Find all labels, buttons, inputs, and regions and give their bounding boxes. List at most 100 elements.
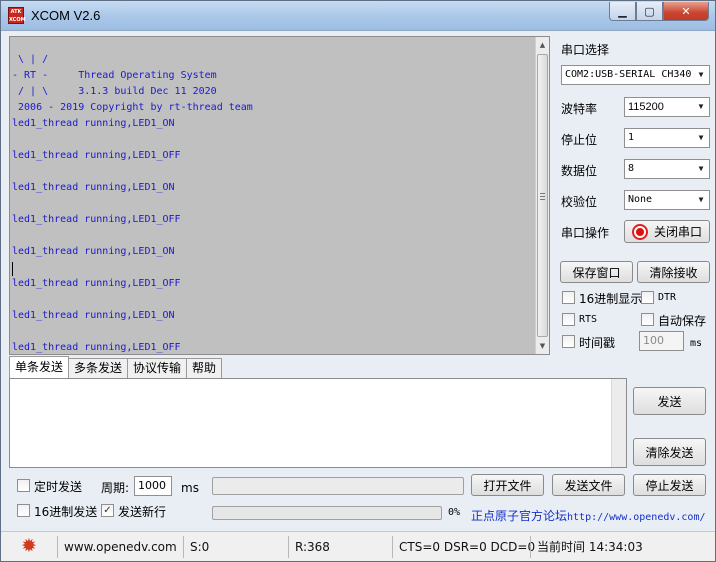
dtr-checkbox[interactable] — [641, 291, 654, 304]
timed-send-checkbox[interactable] — [17, 479, 30, 492]
timestamp-checkbox[interactable] — [562, 335, 575, 348]
send-newline-checkbox[interactable]: ✓ — [101, 504, 114, 517]
send-progress-bar — [212, 506, 442, 520]
clear-send-label: 清除发送 — [645, 445, 694, 460]
period-label: 周期: — [101, 481, 130, 495]
file-path-bar — [212, 477, 464, 495]
port-select[interactable]: COM2:USB-SERIAL CH340 ▼ — [561, 65, 710, 85]
rts-checkbox[interactable] — [562, 313, 575, 326]
timed-send-label: 定时发送 — [34, 480, 83, 494]
rts-label: RTS — [579, 314, 598, 325]
receive-line: led1_thread running,LED1_OFF — [12, 342, 181, 353]
forum-link[interactable]: 正点原子官方论坛http://www.openedv.com/ — [471, 507, 706, 524]
save-window-button[interactable]: 保存窗口 — [560, 261, 633, 283]
stop-bits-select[interactable]: 1 ▼ — [624, 128, 710, 148]
send-scrollbar[interactable] — [611, 379, 626, 467]
receive-scrollbar[interactable]: ▲ ▼ — [535, 37, 549, 354]
baud-select[interactable]: 115200 ▼ — [624, 97, 710, 117]
port-select-value: COM2:USB-SERIAL CH340 — [565, 69, 692, 80]
receive-line — [12, 132, 537, 148]
receive-line: led1_thread running,LED1_ON — [12, 246, 175, 257]
receive-area[interactable]: \ | / - RT - Thread Operating System / | … — [9, 36, 550, 355]
chevron-down-icon: ▼ — [693, 98, 709, 116]
auto-save-checkbox[interactable] — [641, 313, 654, 326]
status-sent-count: S:0 — [183, 536, 288, 558]
receive-line: led1_thread running,LED1_OFF — [12, 278, 181, 289]
open-file-button[interactable]: 打开文件 — [471, 474, 544, 496]
scroll-down-arrow-icon[interactable]: ▼ — [536, 338, 549, 354]
record-icon — [631, 223, 648, 240]
gear-icon[interactable]: ✹ — [21, 537, 39, 556]
port-label: 串口选择 — [561, 43, 610, 57]
auto-save-label: 自动保存 — [658, 314, 707, 328]
tab-single-send[interactable]: 单条发送 — [9, 356, 70, 378]
save-window-label: 保存窗口 — [572, 265, 621, 280]
chevron-down-icon: ▼ — [693, 66, 709, 84]
window-title: XCOM V2.6 — [31, 8, 101, 23]
receive-line: / | \ 3.1.3 build Dec 11 2020 — [12, 86, 217, 97]
timestamp-label: 时间戳 — [579, 336, 616, 350]
open-file-label: 打开文件 — [483, 478, 532, 493]
stop-send-button[interactable]: 停止发送 — [633, 474, 706, 496]
scroll-up-arrow-icon[interactable]: ▲ — [536, 37, 549, 53]
receive-text: \ | / - RT - Thread Operating System / | … — [12, 52, 537, 354]
tab-protocol[interactable]: 协议传输 — [127, 358, 188, 378]
timestamp-ms-unit: ms — [690, 338, 703, 349]
hex-display-checkbox[interactable] — [562, 291, 575, 304]
tab-help[interactable]: 帮助 — [186, 358, 223, 378]
data-bits-value: 8 — [628, 163, 635, 174]
app-window: ATK XCOM XCOM V2.6 ▁ ▢ ✕ \ | / - RT - Thr… — [0, 0, 716, 562]
app-logo-text: ATK XCOM — [9, 9, 26, 23]
status-bar: ✹ www.openedv.com S:0 R:368 CTS=0 DSR=0 … — [1, 531, 715, 561]
maximize-icon: ▢ — [644, 4, 655, 18]
receive-line: led1_thread running,LED1_ON — [12, 310, 175, 321]
scroll-grip-icon — [540, 193, 545, 200]
status-current-time: 当前时间 14:34:03 — [530, 536, 680, 558]
chevron-down-icon: ▼ — [693, 129, 709, 147]
receive-line: led1_thread running,LED1_ON — [12, 118, 175, 129]
send-file-button[interactable]: 发送文件 — [552, 474, 625, 496]
forum-url: http://www.openedv.com/ — [567, 512, 706, 523]
close-port-button[interactable]: 关闭串口 — [624, 220, 710, 243]
clear-receive-label: 清除接收 — [649, 265, 698, 280]
period-input[interactable]: 1000 — [134, 476, 172, 496]
status-site[interactable]: www.openedv.com — [57, 536, 183, 558]
send-input[interactable] — [9, 378, 627, 468]
receive-line — [12, 260, 537, 276]
receive-line — [12, 164, 537, 180]
clear-receive-button[interactable]: 清除接收 — [637, 261, 710, 283]
receive-line: - RT - Thread Operating System — [12, 70, 217, 81]
close-button[interactable]: ✕ — [663, 2, 709, 21]
minimize-button[interactable]: ▁ — [609, 2, 636, 21]
tab-multi-send[interactable]: 多条发送 — [68, 358, 129, 378]
parity-select[interactable]: None ▼ — [624, 190, 710, 210]
scroll-thumb[interactable] — [537, 54, 548, 337]
app-logo-icon: ATK XCOM — [8, 7, 26, 24]
baud-label: 波特率 — [561, 102, 598, 116]
period-unit: ms — [181, 481, 199, 495]
title-bar[interactable]: ATK XCOM XCOM V2.6 ▁ ▢ ✕ — [1, 1, 715, 31]
chevron-down-icon: ▼ — [693, 160, 709, 178]
status-received-count: R:368 — [288, 536, 392, 558]
minimize-icon: ▁ — [618, 4, 627, 18]
data-bits-select[interactable]: 8 ▼ — [624, 159, 710, 179]
receive-line: 2006 - 2019 Copyright by rt-thread team — [12, 102, 253, 113]
stop-bits-label: 停止位 — [561, 133, 598, 147]
maximize-button[interactable]: ▢ — [636, 2, 663, 21]
send-button[interactable]: 发送 — [633, 387, 706, 415]
parity-label: 校验位 — [561, 195, 598, 209]
forum-link-text: 正点原子官方论坛 — [471, 509, 568, 523]
receive-line: \ | / — [12, 54, 49, 65]
close-port-label: 关闭串口 — [653, 225, 702, 239]
timestamp-interval-input[interactable]: 100 — [639, 331, 684, 351]
close-icon: ✕ — [681, 4, 691, 18]
send-file-label: 发送文件 — [564, 478, 613, 493]
receive-line: led1_thread running,LED1_ON — [12, 182, 175, 193]
hex-send-checkbox[interactable] — [17, 504, 30, 517]
checkmark-icon: ✓ — [103, 505, 112, 516]
receive-line: led1_thread running,LED1_OFF — [12, 214, 181, 225]
send-newline-label: 发送新行 — [118, 505, 167, 519]
clear-send-button[interactable]: 清除发送 — [633, 438, 706, 466]
hex-display-label: 16进制显示 — [579, 292, 643, 306]
dtr-label: DTR — [658, 292, 677, 303]
